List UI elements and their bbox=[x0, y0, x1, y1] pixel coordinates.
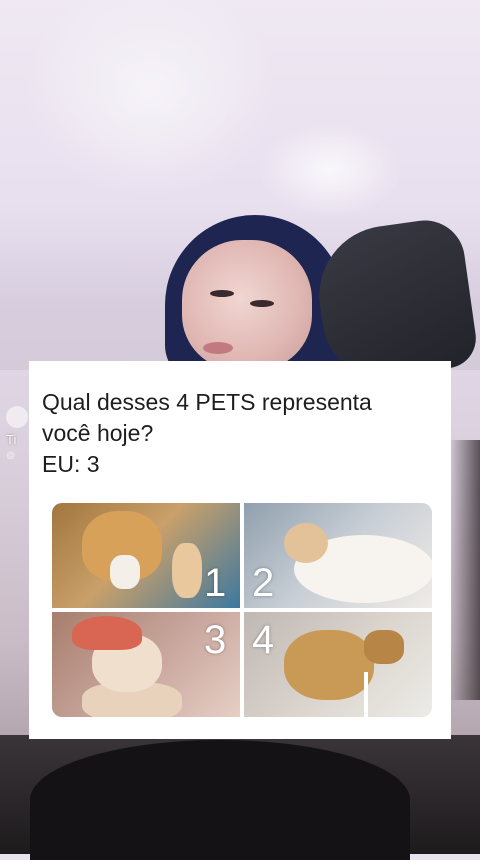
dog-ear bbox=[364, 630, 404, 664]
question-card: Qual desses 4 PETS representa você hoje?… bbox=[29, 361, 451, 739]
question-line: Qual desses 4 PETS representa bbox=[42, 389, 372, 415]
background-shadow bbox=[448, 440, 480, 700]
person-lips bbox=[203, 342, 233, 354]
shower-cap bbox=[72, 616, 142, 650]
tiktok-watermark-label: Ti bbox=[6, 432, 17, 447]
pet-number-1: 1 bbox=[204, 561, 227, 605]
cat-head bbox=[284, 523, 328, 563]
background-silhouette bbox=[30, 740, 410, 860]
question-line: você hoje? bbox=[42, 420, 154, 446]
person-eye bbox=[210, 290, 234, 297]
tiktok-logo-icon bbox=[6, 406, 28, 428]
pet-number-2: 2 bbox=[252, 561, 275, 605]
person-face bbox=[182, 240, 312, 370]
dog-mouth bbox=[110, 555, 140, 589]
person-eye bbox=[250, 300, 274, 307]
pet-grid: 1 2 3 4 bbox=[52, 503, 432, 717]
pet-number-4: 4 bbox=[252, 618, 275, 662]
dog-icon bbox=[284, 630, 374, 700]
earphone-cable bbox=[364, 672, 368, 717]
dog-paw bbox=[172, 543, 202, 598]
answer-line: EU: 3 bbox=[42, 451, 100, 477]
tiktok-watermark-user: @ bbox=[6, 450, 16, 460]
pet-number-3: 3 bbox=[204, 618, 227, 662]
question-text: Qual desses 4 PETS representa você hoje?… bbox=[42, 387, 442, 480]
